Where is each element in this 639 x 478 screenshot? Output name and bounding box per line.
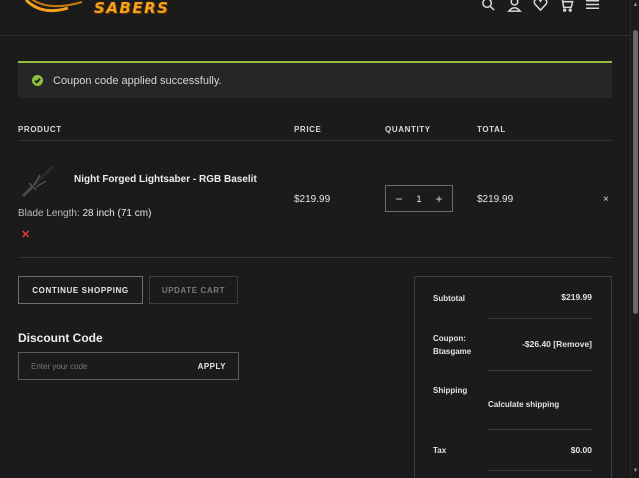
scroll-up-icon[interactable]: ▲ xyxy=(632,2,639,9)
menu-icon[interactable] xyxy=(584,0,600,12)
product-thumbnail[interactable] xyxy=(20,163,56,199)
cart-totals: Subtotal $219.99 Coupon: Btasgame -$26.4… xyxy=(414,276,612,478)
totals-divider xyxy=(488,429,592,430)
quantity-stepper[interactable]: − 1 + xyxy=(385,185,453,212)
column-header-product: PRODUCT xyxy=(18,125,62,134)
search-icon[interactable] xyxy=(480,0,496,12)
coupon-value[interactable]: -$26.40 [Remove] xyxy=(522,339,592,349)
option-value: 28 inch (71 cm) xyxy=(82,208,152,219)
product-option: Blade Length: 28 inch (71 cm) xyxy=(18,208,151,219)
remove-item-button[interactable]: × xyxy=(603,194,609,205)
option-label: Blade Length: xyxy=(18,208,80,219)
column-header-total: TOTAL xyxy=(477,125,506,134)
check-circle-icon xyxy=(32,75,43,86)
update-cart-button[interactable]: UPDATE CART xyxy=(149,276,238,304)
column-header-quantity: QUANTITY xyxy=(385,125,431,134)
decrease-quantity-button[interactable]: − xyxy=(394,192,404,206)
tax-label: Tax xyxy=(433,446,447,455)
discount-code-input[interactable] xyxy=(31,353,181,379)
table-header-divider xyxy=(18,140,612,141)
header-icons xyxy=(480,0,600,12)
coupon-label: Coupon: Btasgame xyxy=(433,332,471,358)
logo-text: SABERS xyxy=(94,0,170,17)
discount-form: APPLY xyxy=(18,352,239,380)
user-icon[interactable] xyxy=(506,0,522,12)
continue-shopping-button[interactable]: CONTINUE SHOPPING xyxy=(18,276,143,304)
totals-divider xyxy=(488,370,592,371)
page-scrollbar[interactable]: ▲ ▼ xyxy=(630,0,639,478)
subtotal-label: Subtotal xyxy=(433,294,465,303)
item-total: $219.99 xyxy=(477,194,514,205)
totals-divider xyxy=(488,470,592,471)
scroll-down-icon[interactable]: ▼ xyxy=(632,468,639,475)
totals-divider xyxy=(488,318,592,319)
subtotal-value: $219.99 xyxy=(561,292,592,302)
column-header-price: PRICE xyxy=(294,125,322,134)
site-header: SABERS xyxy=(0,0,630,36)
coupon-success-notice: Coupon code applied successfully. xyxy=(18,61,612,98)
apply-coupon-button[interactable]: APPLY xyxy=(198,362,226,371)
sabers-logo[interactable]: SABERS xyxy=(22,0,182,22)
remove-option-icon[interactable]: ✕ xyxy=(21,228,30,241)
discount-title: Discount Code xyxy=(18,331,103,345)
shipping-label: Shipping xyxy=(433,386,468,395)
calculate-shipping-link[interactable]: Calculate shipping xyxy=(488,398,559,411)
heart-icon[interactable] xyxy=(532,0,548,12)
increase-quantity-button[interactable]: + xyxy=(434,192,444,206)
coupon-label-text: Coupon: xyxy=(433,334,466,343)
scroll-thumb[interactable] xyxy=(633,30,638,314)
product-name[interactable]: Night Forged Lightsaber - RGB Baselit xyxy=(74,174,257,185)
quantity-value[interactable]: 1 xyxy=(416,194,421,204)
cart-icon[interactable] xyxy=(558,0,574,12)
item-price: $219.99 xyxy=(294,194,331,205)
tax-value: $0.00 xyxy=(570,445,592,455)
coupon-code: Btasgame xyxy=(433,347,472,356)
table-row-divider xyxy=(18,257,612,258)
notice-message: Coupon code applied successfully. xyxy=(53,74,222,87)
